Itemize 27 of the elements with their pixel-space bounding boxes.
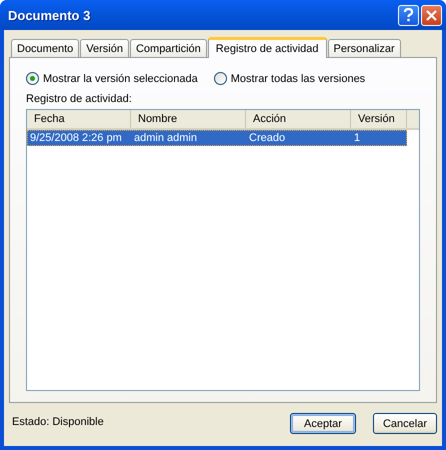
close-button[interactable] xyxy=(421,4,442,26)
window-title: Documento 3 xyxy=(8,8,92,22)
status-text: Estado: Disponible xyxy=(12,415,105,428)
tab[interactable]: Documento xyxy=(11,39,80,57)
tab[interactable]: Registro de actividad xyxy=(208,37,327,58)
help-button[interactable] xyxy=(398,4,419,26)
tab[interactable]: Versión xyxy=(80,39,129,57)
tab[interactable]: Compartición xyxy=(130,39,207,57)
column-header[interactable]: Versión xyxy=(351,110,407,128)
list-row[interactable]: 9/25/2008 2:26 pm admin admin Creado 1 xyxy=(27,130,407,146)
table-cell-text: admin admin xyxy=(133,131,198,146)
radio-button[interactable] xyxy=(26,72,39,85)
column-header[interactable]: Nombre xyxy=(131,110,246,128)
radio-label[interactable]: Mostrar la versión seleccionada xyxy=(43,72,198,84)
cancel-button[interactable]: Cancelar xyxy=(373,413,437,434)
tab[interactable]: Personalizar xyxy=(328,39,401,57)
ok-button[interactable]: Aceptar xyxy=(290,413,356,434)
table-cell-text: 1 xyxy=(353,131,362,146)
close-icon xyxy=(426,10,437,20)
list-label: Registro de actividad: xyxy=(26,93,133,105)
table-cell-text: Creado xyxy=(248,131,286,146)
column-header[interactable]: Fecha xyxy=(27,110,131,128)
column-header[interactable]: Acción xyxy=(246,110,351,128)
table-cell-text: 9/25/2008 2:26 pm xyxy=(29,131,123,146)
radio-button[interactable] xyxy=(214,72,227,85)
help-icon xyxy=(403,8,414,22)
radio-label[interactable]: Mostrar todas las versiones xyxy=(230,72,366,84)
